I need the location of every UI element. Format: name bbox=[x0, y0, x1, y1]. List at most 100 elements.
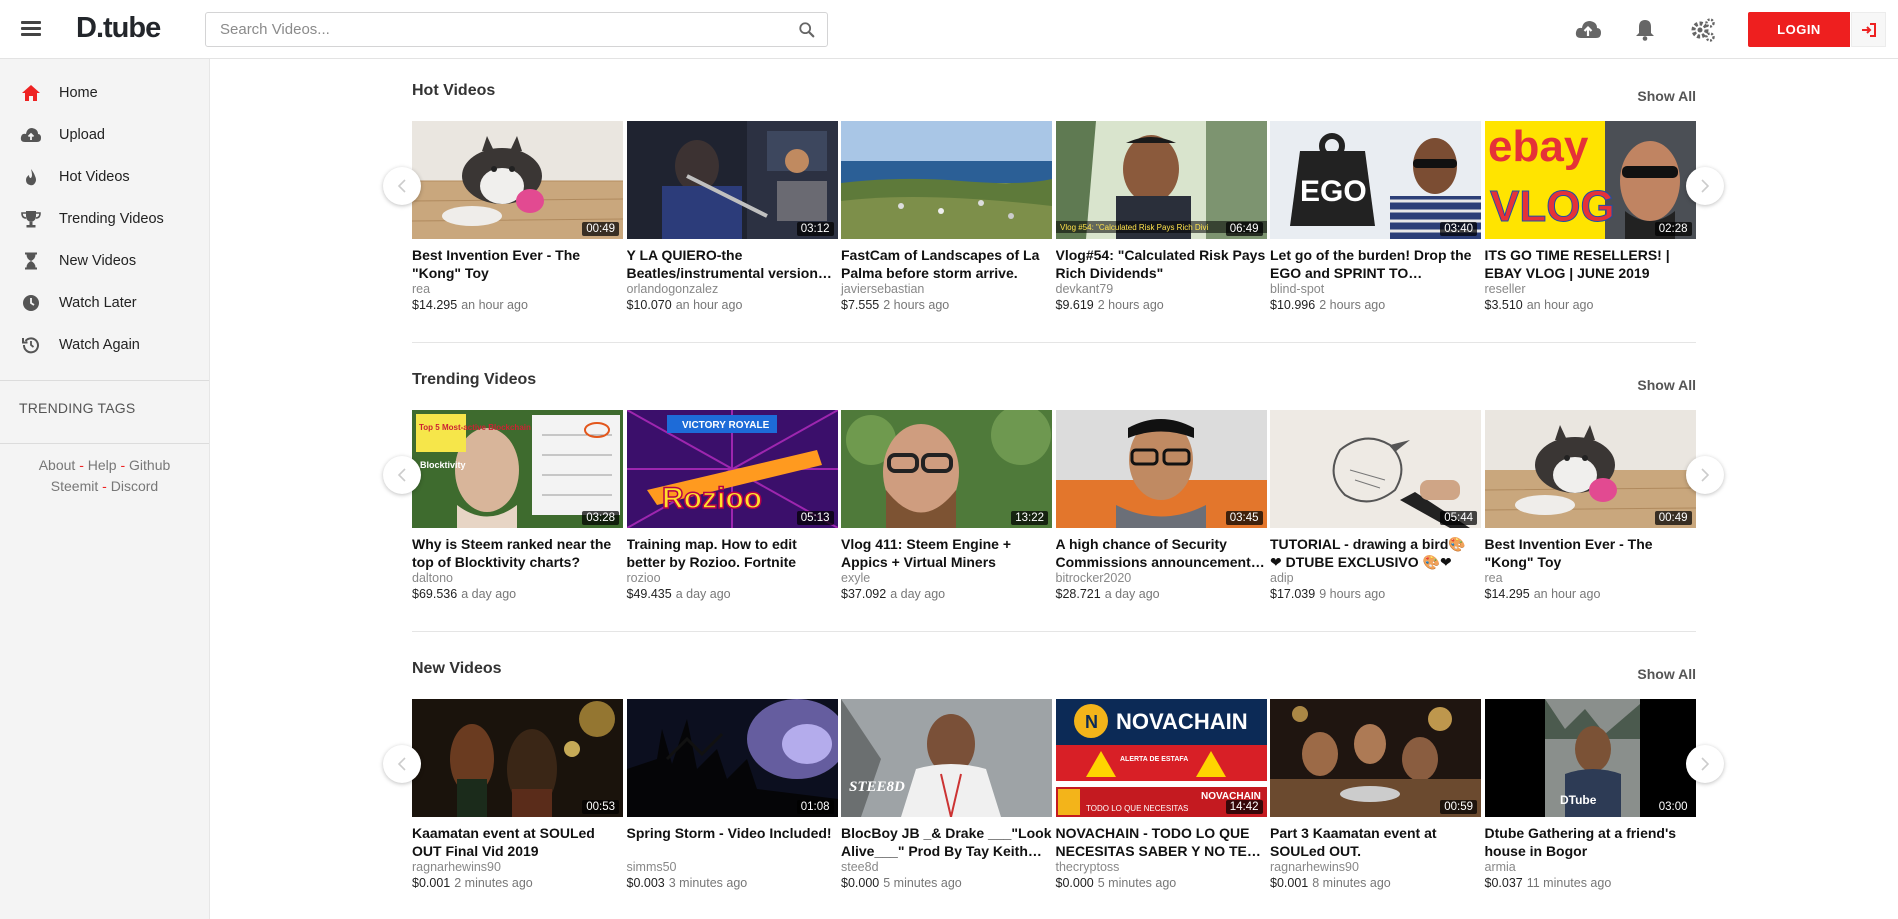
video-thumbnail[interactable]: Top 5 Most-active Blockchain Blocktivity 0… bbox=[412, 410, 623, 528]
search-icon[interactable] bbox=[798, 21, 816, 39]
video-thumbnail[interactable]: 00:59 bbox=[1270, 699, 1481, 817]
video-title[interactable]: Part 3 Kaamatan event at SOULed OUT. bbox=[1270, 824, 1481, 860]
video-author[interactable]: rozioo bbox=[627, 571, 838, 585]
video-thumbnail[interactable] bbox=[841, 121, 1052, 239]
video-thumbnail[interactable]: 00:49 bbox=[412, 121, 623, 239]
video-card[interactable]: Vlog #54: "Calculated Risk Pays Rich Div… bbox=[1055, 121, 1267, 312]
video-title[interactable]: Spring Storm - Video Included! bbox=[627, 824, 838, 860]
video-title[interactable]: Vlog#54: "Calculated Risk Pays Rich Divi… bbox=[1056, 246, 1267, 282]
sidebar-item-hot-videos[interactable]: Hot Videos bbox=[0, 157, 209, 197]
video-author[interactable]: adip bbox=[1270, 571, 1481, 585]
video-card[interactable]: 00:49 Best Invention Ever - The "Kong" To… bbox=[412, 121, 623, 312]
video-thumbnail[interactable]: 01:08 bbox=[626, 699, 838, 817]
show-all-link[interactable]: Show All bbox=[1637, 377, 1696, 393]
search-input[interactable] bbox=[206, 13, 766, 46]
video-author[interactable]: rea bbox=[1485, 571, 1696, 585]
login-button[interactable]: LOGIN bbox=[1748, 12, 1850, 47]
video-title[interactable]: FastCam of Landscapes of La Palma before… bbox=[841, 246, 1052, 282]
video-title[interactable]: TUTORIAL - drawing a bird🎨 ❤ DTUBE EXCLU… bbox=[1270, 535, 1481, 571]
video-author[interactable]: simms50 bbox=[627, 860, 838, 874]
video-author[interactable]: reseller bbox=[1485, 282, 1696, 296]
video-card[interactable]: 00:49 Best Invention Ever - The "Kong" To… bbox=[1484, 410, 1696, 601]
video-card[interactable]: 05:44 TUTORIAL - drawing a bird🎨 ❤ DTUBE … bbox=[1270, 410, 1481, 601]
video-thumbnail[interactable]: EGO 03:40 bbox=[1270, 121, 1481, 239]
video-thumbnail[interactable]: STEE8D bbox=[841, 699, 1052, 817]
video-author[interactable]: orlandogonzalez bbox=[627, 282, 838, 296]
video-card[interactable]: 13:22 Vlog 411: Steem Engine + Appics + V… bbox=[841, 410, 1052, 601]
carousel-prev-arrow[interactable] bbox=[383, 456, 421, 494]
github-link[interactable]: Github bbox=[129, 457, 170, 473]
video-card[interactable]: Top 5 Most-active Blockchain Blocktivity 0… bbox=[412, 410, 623, 601]
carousel-prev-arrow[interactable] bbox=[383, 167, 421, 205]
video-thumbnail[interactable]: 03:12 bbox=[626, 121, 838, 239]
video-card[interactable]: DTube 03:00 Dtube Gathering at a friend's … bbox=[1484, 699, 1696, 890]
bell-icon[interactable] bbox=[1631, 16, 1659, 44]
sidebar-item-new-videos[interactable]: New Videos bbox=[0, 241, 209, 281]
video-author[interactable]: daltono bbox=[412, 571, 623, 585]
show-all-link[interactable]: Show All bbox=[1637, 666, 1696, 682]
sign-in-icon[interactable] bbox=[1851, 12, 1886, 47]
video-thumbnail[interactable]: 03:45 bbox=[1055, 410, 1267, 528]
video-card[interactable]: EGO 03:40 Let go of the burden! Drop the E… bbox=[1270, 121, 1481, 312]
video-thumbnail[interactable]: ebay VLOG 02:28 bbox=[1484, 121, 1696, 239]
help-link[interactable]: Help bbox=[88, 457, 117, 473]
sidebar-item-watch-later[interactable]: Watch Later bbox=[0, 283, 209, 323]
video-author[interactable]: blind-spot bbox=[1270, 282, 1481, 296]
hamburger-menu-icon[interactable] bbox=[19, 18, 43, 42]
video-card[interactable]: ebay VLOG 02:28 ITS GO TIME RESELLERS! | EB… bbox=[1484, 121, 1696, 312]
video-title[interactable]: Kaamatan event at SOULed OUT Final Vid 2… bbox=[412, 824, 623, 860]
video-thumbnail[interactable]: 05:44 bbox=[1270, 410, 1481, 528]
video-thumbnail[interactable]: 13:22 bbox=[841, 410, 1052, 528]
carousel-prev-arrow[interactable] bbox=[383, 745, 421, 783]
carousel-next-arrow[interactable] bbox=[1686, 745, 1724, 783]
video-card[interactable]: FastCam of Landscapes of La Palma before… bbox=[841, 121, 1052, 312]
video-card[interactable]: 00:53 Kaamatan event at SOULed OUT Final … bbox=[412, 699, 623, 890]
dtube-logo[interactable]: D.tube bbox=[76, 12, 161, 45]
sidebar-item-trending-videos[interactable]: Trending Videos bbox=[0, 199, 209, 239]
video-title[interactable]: NOVACHAIN - TODO LO QUE NECESITAS SABER … bbox=[1056, 824, 1267, 860]
video-title[interactable]: Best Invention Ever - The "Kong" Toy bbox=[1485, 535, 1696, 571]
video-card[interactable]: 00:59 Part 3 Kaamatan event at SOULed OUT… bbox=[1270, 699, 1481, 890]
video-title[interactable]: Best Invention Ever - The "Kong" Toy bbox=[412, 246, 623, 282]
cloud-upload-icon[interactable] bbox=[1574, 16, 1602, 44]
video-author[interactable]: ragnarhewins90 bbox=[1270, 860, 1481, 874]
video-title[interactable]: BlocBoy JB _& Drake ___"Look Alive___" P… bbox=[841, 824, 1052, 860]
video-card[interactable]: 01:08 Spring Storm - Video Included! simms… bbox=[626, 699, 838, 890]
video-card[interactable]: 03:12 Y LA QUIERO-the Beatles/instrumenta… bbox=[626, 121, 838, 312]
sidebar-item-watch-again[interactable]: Watch Again bbox=[0, 325, 209, 365]
show-all-link[interactable]: Show All bbox=[1637, 88, 1696, 104]
video-author[interactable]: rea bbox=[412, 282, 623, 296]
about-link[interactable]: About bbox=[39, 457, 76, 473]
video-title[interactable]: ITS GO TIME RESELLERS! | EBAY VLOG | JUN… bbox=[1485, 246, 1696, 282]
video-card[interactable]: N NOVACHAIN ALERTA DE ESTAFA TODO LO QUE NE… bbox=[1055, 699, 1267, 890]
video-author[interactable]: ragnarhewins90 bbox=[412, 860, 623, 874]
video-title[interactable]: Vlog 411: Steem Engine + Appics + Virtua… bbox=[841, 535, 1052, 571]
video-author[interactable]: thecryptoss bbox=[1056, 860, 1267, 874]
video-title[interactable]: Training map. How to edit better by Rozi… bbox=[627, 535, 838, 571]
video-author[interactable]: bitrocker2020 bbox=[1056, 571, 1267, 585]
video-author[interactable]: devkant79 bbox=[1056, 282, 1267, 296]
video-thumbnail[interactable]: N NOVACHAIN ALERTA DE ESTAFA TODO LO QUE NE… bbox=[1055, 699, 1267, 817]
video-author[interactable]: javiersebastian bbox=[841, 282, 1052, 296]
video-title[interactable]: Y LA QUIERO-the Beatles/instrumental ver… bbox=[627, 246, 838, 282]
video-thumbnail[interactable]: Vlog #54: "Calculated Risk Pays Rich Div… bbox=[1055, 121, 1267, 239]
video-title[interactable]: A high chance of Security Commissions an… bbox=[1056, 535, 1267, 571]
steemit-link[interactable]: Steemit bbox=[51, 478, 98, 494]
video-author[interactable]: armia bbox=[1485, 860, 1696, 874]
discord-link[interactable]: Discord bbox=[111, 478, 158, 494]
sidebar-item-home[interactable]: Home bbox=[0, 73, 209, 113]
video-card[interactable]: 03:45 A high chance of Security Commissio… bbox=[1055, 410, 1267, 601]
sidebar-item-upload[interactable]: Upload bbox=[0, 115, 209, 155]
video-title[interactable]: Let go of the burden! Drop the EGO and S… bbox=[1270, 246, 1481, 282]
video-thumbnail[interactable]: 00:49 bbox=[1484, 410, 1696, 528]
video-card[interactable]: VICTORY ROYALE Rozioo 05:13 Training map. H… bbox=[626, 410, 838, 601]
gears-icon[interactable] bbox=[1689, 16, 1717, 44]
video-author[interactable]: stee8d bbox=[841, 860, 1052, 874]
video-author[interactable]: exyle bbox=[841, 571, 1052, 585]
video-thumbnail[interactable]: DTube 03:00 bbox=[1484, 699, 1696, 817]
video-title[interactable]: Dtube Gathering at a friend's house in B… bbox=[1485, 824, 1696, 860]
video-title[interactable]: Why is Steem ranked near the top of Bloc… bbox=[412, 535, 623, 571]
carousel-next-arrow[interactable] bbox=[1686, 456, 1724, 494]
video-card[interactable]: STEE8D BlocBoy JB _& Drake ___"Look Alive… bbox=[841, 699, 1052, 890]
video-thumbnail[interactable]: 00:53 bbox=[412, 699, 623, 817]
